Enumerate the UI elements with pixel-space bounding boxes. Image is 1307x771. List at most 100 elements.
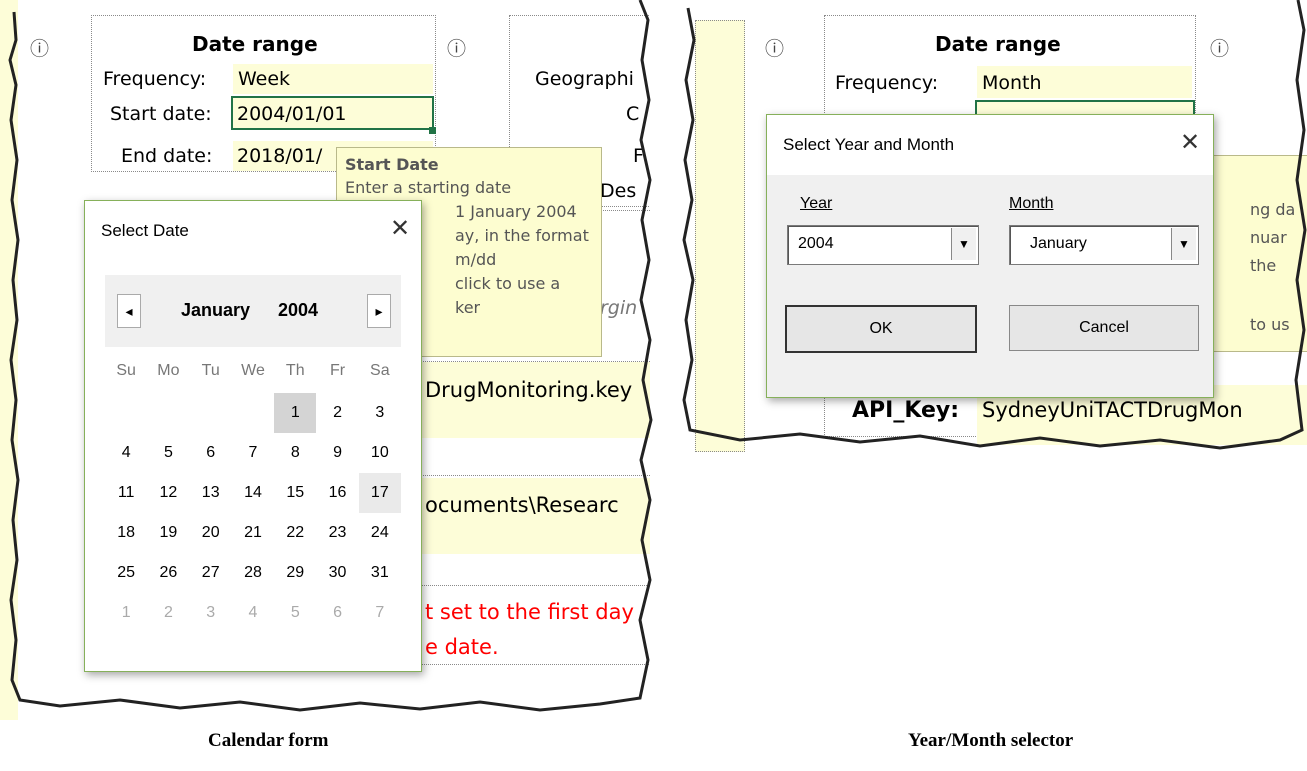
prev-month-button[interactable]: ◂ [117,294,141,328]
calendar-day[interactable]: 14 [232,473,274,513]
calendar-day[interactable]: 26 [147,553,189,593]
info-icon-3[interactable]: ⓘ [765,34,784,61]
calendar-day[interactable]: 25 [105,553,147,593]
dropdown-arrow-icon[interactable]: ▼ [951,228,976,260]
calendar-week-row: 1234567 [105,593,401,633]
calendar-week-row: 25 26 27 28 29 30 31 [105,553,401,593]
cancel-button[interactable]: Cancel [1009,305,1199,351]
info-icon-4[interactable]: ⓘ [1210,34,1229,61]
red-note-line-1: t set to the first day [425,600,634,624]
calendar-day[interactable]: 12 [147,473,189,513]
calendar-day [190,393,232,433]
calendar-day[interactable]: 27 [190,553,232,593]
right-frequency-label: Frequency: [835,72,939,94]
calendar-day[interactable]: 16 [316,473,358,513]
calendar-day[interactable]: 1 [274,393,317,433]
right-side-column [695,20,745,452]
right-frequency-value: Month [982,72,1042,94]
caption-calendar-form: Calendar form [208,730,329,751]
calendar-day[interactable]: 13 [190,473,232,513]
month-header [105,275,401,347]
dropdown-arrow-icon[interactable]: ▼ [1171,228,1196,260]
calendar-day[interactable]: 5 [147,433,189,473]
end-date-label: End date: [121,145,213,167]
tooltip-line-2: 1 January 2004 [455,202,577,221]
fill-handle[interactable] [429,127,436,134]
tooltip-line-4: m/dd [455,250,497,269]
calendar-day[interactable]: 28 [232,553,274,593]
calendar-form-panel: ⓘ ⓘ Date range Frequency: Week Start dat… [0,0,650,725]
calendar-day[interactable]: 29 [274,553,316,593]
red-note-line-2: e date. [425,635,499,659]
calendar-day[interactable]: 23 [316,513,358,553]
dialog-body [767,175,1213,397]
calendar-week-row: 18 19 20 21 22 23 24 [105,513,401,553]
weekday-tu: Tu [201,362,220,379]
right-label-c: C [626,103,640,125]
tooltip-fragment-4: to us [1250,315,1290,334]
calendar-day[interactable]: 15 [274,473,316,513]
api-key-label: API_Key: [852,398,960,423]
tooltip-line-5: click to use a [455,274,561,293]
api-key-value: SydneyUniTACTDrugMon [982,398,1243,422]
calendar-day[interactable]: 18 [105,513,147,553]
calendar-day[interactable]: 4 [232,593,274,633]
year-select-value: 2004 [798,235,834,252]
calendar-day[interactable]: 31 [359,553,401,593]
calendar-day[interactable]: 21 [232,513,274,553]
calendar-day[interactable]: 9 [316,433,358,473]
calendar-day[interactable]: 22 [274,513,316,553]
weekday-sa: Sa [370,362,390,379]
calendar-day[interactable]: 6 [190,433,232,473]
start-date-label: Start date: [110,103,212,125]
caption-year-month-selector: Year/Month selector [908,730,1074,751]
calendar-day[interactable]: 4 [105,433,147,473]
tooltip-fragment-1: ng da [1250,200,1296,219]
calendar-day[interactable]: 17 [358,473,401,513]
calendar-day[interactable]: 30 [316,553,358,593]
month-label: January [181,300,251,320]
date-range-title: Date range [192,32,318,56]
calendar-day [105,393,147,433]
calendar-day[interactable]: 20 [190,513,232,553]
ym-close-icon[interactable]: ✕ [1180,128,1200,157]
calendar-day[interactable]: 3 [190,593,232,633]
tooltip-fragment-2: nuar [1250,228,1287,247]
frequency-value: Week [238,68,291,90]
next-month-button[interactable]: ▸ [367,294,391,328]
select-date-dialog: Select Date ✕ ◂ January 2004 ▸ Su Mo Tu … [84,200,422,672]
right-label-des: Des [600,180,637,202]
left-side-column [0,0,18,720]
calendar-day[interactable]: 19 [147,513,189,553]
calendar-day [147,393,189,433]
info-icon-2[interactable]: ⓘ [447,34,466,61]
year-select[interactable]: 2004 ▼ [787,225,979,265]
calendar-day[interactable]: 7 [359,593,401,633]
calendar-day[interactable]: 8 [274,433,316,473]
month-label: Month [1009,195,1054,212]
ok-button[interactable]: OK [785,305,977,353]
calendar-day[interactable]: 5 [274,593,316,633]
calendar-day[interactable]: 3 [359,393,401,433]
ym-dialog-title: Select Year and Month [783,135,955,154]
right-date-range-title: Date range [935,32,1061,56]
start-date-value: 2004/01/01 [237,103,347,125]
calendar-day[interactable]: 1 [105,593,147,633]
close-icon[interactable]: ✕ [390,214,410,243]
info-icon-1[interactable]: ⓘ [30,34,49,61]
calendar-day[interactable]: 10 [359,433,401,473]
sheet-row-2 [420,475,650,477]
calendar-day[interactable]: 2 [147,593,189,633]
chevron-left-icon: ◂ [125,303,133,319]
calendar-day[interactable]: 2 [316,393,358,433]
calendar-grid: 1 2 3 4 5 6 7 8 9 10 11 12 13 14 15 16 17 18 19 20 21 22 23 24 2… [105,393,401,633]
calendar-day[interactable]: 6 [316,593,358,633]
calendar-day[interactable]: 7 [232,433,274,473]
year-label: Year [800,195,833,212]
year-label: 2004 [278,300,319,320]
calendar-day[interactable]: 24 [359,513,401,553]
weekday-we: We [241,362,265,379]
month-select[interactable]: January ▼ [1009,225,1199,265]
calendar-week-row: 11 12 13 14 15 16 17 [105,473,401,513]
calendar-day[interactable]: 11 [105,473,147,513]
